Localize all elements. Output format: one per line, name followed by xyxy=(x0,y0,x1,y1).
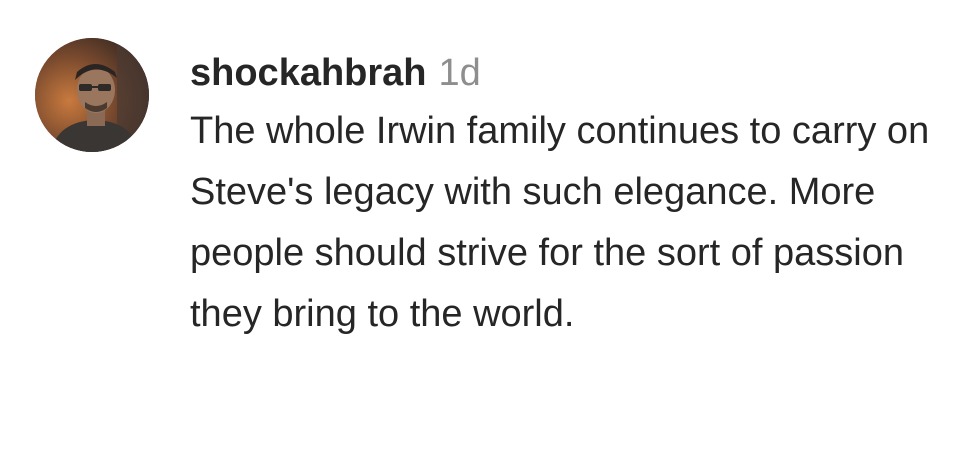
avatar[interactable] xyxy=(35,38,149,152)
comment-item: shockahbrah 1d The whole Irwin family co… xyxy=(0,0,980,451)
comment-text: The whole Irwin family continues to carr… xyxy=(190,110,930,335)
comment-body: shockahbrah 1d The whole Irwin family co… xyxy=(190,45,970,345)
username[interactable]: shockahbrah xyxy=(190,45,427,101)
timestamp[interactable]: 1d xyxy=(439,45,481,101)
comment-header: shockahbrah 1d xyxy=(190,45,970,101)
avatar-photo xyxy=(35,38,149,152)
